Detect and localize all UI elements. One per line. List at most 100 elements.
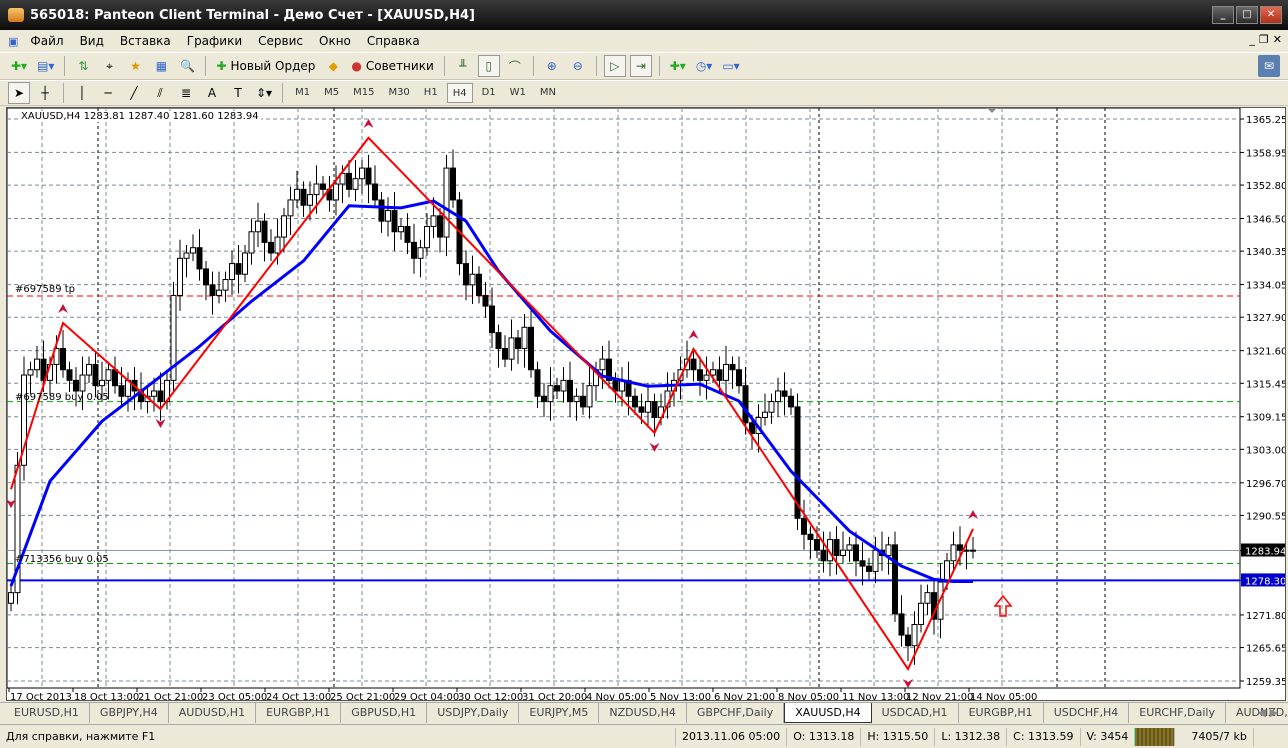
candle-body — [482, 294, 489, 307]
experts-button[interactable]: ● Советники — [348, 55, 436, 77]
line-chart-icon[interactable]: ⌒ — [504, 55, 526, 77]
menu-0[interactable]: Файл — [22, 34, 71, 48]
trendline-icon[interactable]: ╱ — [123, 82, 145, 104]
templates-icon[interactable]: ▭▾ — [719, 55, 742, 77]
close-button[interactable]: ✕ — [1260, 6, 1282, 24]
menu-2[interactable]: Вставка — [112, 34, 179, 48]
y-tick-label: 1271.80 — [1246, 611, 1285, 622]
timeframe-m15[interactable]: M15 — [348, 83, 379, 103]
chart-tab[interactable]: USDJPY,Daily — [427, 703, 520, 723]
candle-body — [92, 363, 99, 387]
candlestick-chart-icon[interactable]: ▯ — [477, 55, 500, 77]
minimize-button[interactable]: _ — [1212, 6, 1234, 24]
chart-tab[interactable]: GBPJPY,H4 — [90, 703, 169, 723]
zoom-in-icon[interactable]: ⊕ — [541, 55, 563, 77]
vertical-line-icon[interactable]: │ — [71, 82, 93, 104]
profiles-icon[interactable]: ▤▾ — [34, 55, 57, 77]
experts-icon: ● — [351, 59, 362, 73]
candle-body — [846, 544, 853, 551]
new-chart-icon[interactable]: ✚▾ — [8, 55, 30, 77]
mdi-minimize-icon[interactable]: _ — [1249, 33, 1255, 46]
navigator-icon[interactable]: ★ — [124, 55, 146, 77]
x-tick-label: 8 Nov 05:00 — [778, 692, 839, 700]
periods-icon[interactable]: ◷▾ — [693, 55, 716, 77]
candle-body — [196, 247, 203, 270]
candle-body — [515, 337, 521, 350]
timeframe-w1[interactable]: W1 — [505, 83, 531, 103]
bar-chart-icon[interactable]: ╨ — [452, 55, 474, 77]
candle-body — [723, 363, 729, 381]
x-tick-label: 25 Oct 21:00 — [330, 692, 395, 700]
chart-tab[interactable]: USDCAD,H1 — [872, 703, 959, 723]
autoscroll-icon[interactable]: ▷ — [603, 55, 626, 77]
candle-body — [541, 395, 547, 403]
chart-tab[interactable]: EURGBP,H1 — [959, 703, 1044, 723]
y-tick-label: 1365.25 — [1246, 115, 1285, 126]
equidistant-channel-icon[interactable]: ⫽ — [149, 82, 171, 104]
menu-5[interactable]: Окно — [311, 34, 359, 48]
timeframe-h4[interactable]: H4 — [446, 83, 473, 103]
fibonacci-icon[interactable]: ≣ — [175, 82, 197, 104]
price-chart[interactable]: 1365.25 1358.95 1352.80 1346.50 1340.35 1334.… — [6, 107, 1287, 703]
candle-body — [378, 199, 385, 222]
arrows-icon[interactable]: ⇕▾ — [253, 82, 275, 104]
timeframe-m1[interactable]: M1 — [290, 83, 315, 103]
chart-tab[interactable]: EURUSD,H1 — [4, 703, 90, 723]
chart-window-icon[interactable]: ▣ — [8, 35, 18, 48]
text-label-icon[interactable]: T — [227, 82, 249, 104]
chart-tab[interactable]: USDCHF,H4 — [1044, 703, 1130, 723]
chart-tab[interactable]: EURJPY,M5 — [519, 703, 600, 723]
chart-tab[interactable]: NZDUSD,H4 — [599, 703, 687, 723]
timeframe-d1[interactable]: D1 — [477, 83, 501, 103]
chart-tab[interactable]: XAUUSD,H4 — [784, 703, 872, 723]
timeframe-m30[interactable]: M30 — [383, 83, 414, 103]
candle-body — [281, 215, 287, 238]
terminal-icon[interactable]: ▦ — [150, 55, 172, 77]
tester-icon[interactable]: 🔍 — [176, 55, 198, 77]
chart-tab[interactable]: GBPUSD,H1 — [341, 703, 428, 723]
timeframe-mn[interactable]: MN — [535, 83, 561, 103]
mdi-close-icon[interactable]: ✕ — [1273, 33, 1282, 46]
chart-tab[interactable]: EURCHF,Daily — [1129, 703, 1226, 723]
text-icon[interactable]: A — [201, 82, 223, 104]
candle-body — [775, 390, 781, 403]
timeframe-m5[interactable]: M5 — [319, 83, 344, 103]
candle-body — [814, 539, 820, 551]
chart-tab[interactable]: AUDUSD,H1 — [169, 703, 257, 723]
y-tick-label: 1358.95 — [1246, 148, 1285, 159]
horizontal-line-icon[interactable]: ─ — [97, 82, 119, 104]
y-tick-label: 1346.50 — [1246, 215, 1285, 226]
x-tick-label: 31 Oct 20:00 — [522, 692, 587, 700]
warning-icon[interactable]: ◆ — [322, 55, 344, 77]
chart-shift-icon[interactable]: ⇥ — [629, 55, 652, 77]
crosshair-tool-icon[interactable]: ┼ — [34, 82, 56, 104]
timeframe-h1[interactable]: H1 — [419, 83, 443, 103]
candle-body — [801, 517, 807, 535]
indicators-icon[interactable]: ✚▾ — [667, 55, 689, 77]
candle-body — [333, 183, 339, 201]
candle — [21, 356, 27, 481]
chart-tabs: EURUSD,H1 GBPJPY,H4 AUDUSD,H1 EURGBP,H1 GBPU… — [0, 702, 1288, 723]
chart-tab[interactable]: GBPCHF,Daily — [687, 703, 785, 723]
crosshair-icon[interactable]: ⌖ — [98, 55, 120, 77]
new-order-button[interactable]: ✚ Новый Ордер — [213, 55, 318, 77]
candle-body — [697, 369, 703, 381]
menu-6[interactable]: Справка — [359, 34, 428, 48]
cursor-icon[interactable]: ➤ — [8, 82, 30, 104]
mdi-restore-icon[interactable]: ❐ — [1259, 33, 1269, 46]
chat-icon[interactable]: ✉ — [1258, 55, 1280, 77]
menu-1[interactable]: Вид — [72, 34, 112, 48]
market-watch-icon[interactable]: ⇅ — [72, 55, 94, 77]
candle — [794, 393, 801, 531]
zoom-out-icon[interactable]: ⊖ — [567, 55, 589, 77]
candle-body — [190, 247, 196, 254]
menu-3[interactable]: Графики — [179, 34, 250, 48]
tabs-scroll-arrows[interactable]: ◀ ▶ — [1258, 706, 1278, 719]
candle-body — [788, 395, 794, 408]
chart-window[interactable]: 1365.25 1358.95 1352.80 1346.50 1340.35 1334.… — [6, 107, 1287, 703]
menu-4[interactable]: Сервис — [250, 34, 311, 48]
candle-body — [567, 379, 573, 403]
candle-body — [209, 284, 216, 296]
chart-tab[interactable]: EURGBP,H1 — [256, 703, 342, 723]
maximize-button[interactable]: □ — [1236, 6, 1258, 24]
